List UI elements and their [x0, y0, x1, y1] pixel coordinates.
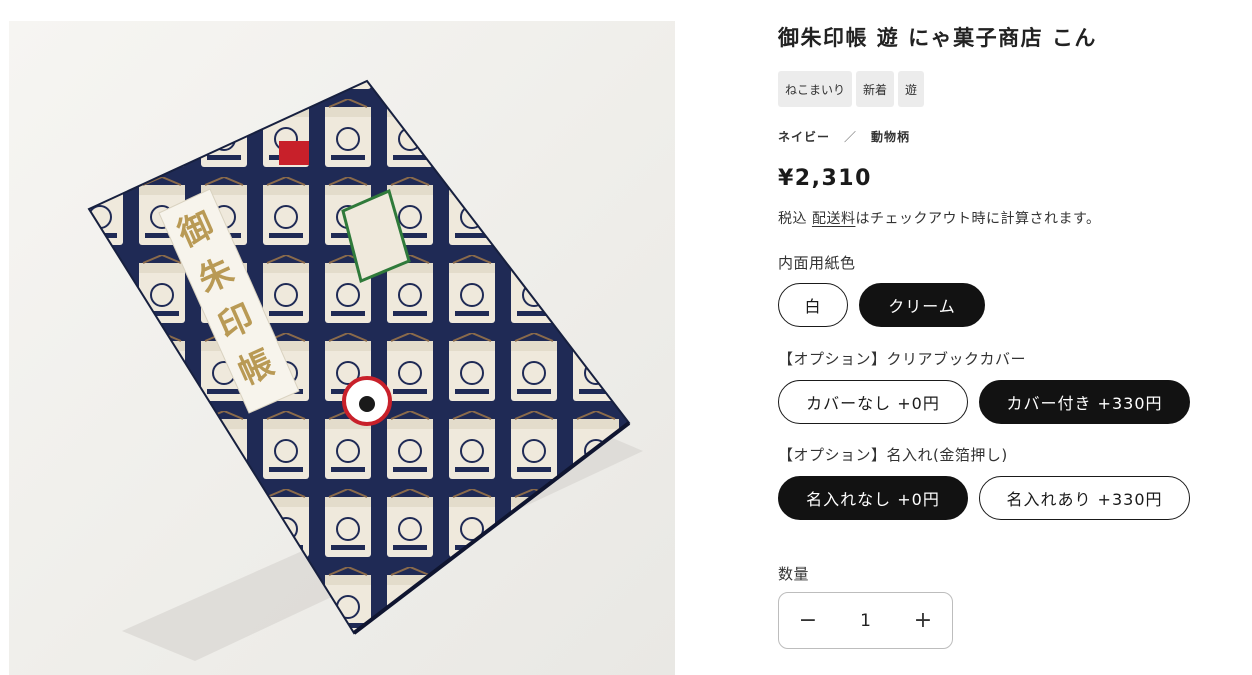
option-paper-white[interactable]: 白	[778, 283, 848, 327]
shipping-link[interactable]: 配送料	[812, 211, 856, 227]
tax-note: 税込 配送料はチェックアウト時に計算されます。	[778, 208, 1101, 228]
option-engraving-none[interactable]: 名入れなし +0円	[778, 476, 968, 520]
option-book-cover-label: 【オプション】クリアブックカバー	[778, 350, 1027, 368]
option-paper-color-label: 内面用紙色	[778, 254, 856, 272]
product-meta: ネイビー ／ 動物柄	[778, 128, 910, 145]
quantity-label: 数量	[778, 565, 810, 583]
option-cover-with[interactable]: カバー付き +330円	[979, 380, 1190, 424]
tag-yu[interactable]: 遊	[898, 71, 925, 107]
product-image[interactable]: 御 朱 印 帳	[9, 21, 675, 675]
product-pattern: 動物柄	[871, 130, 911, 144]
quantity-stepper: − +	[778, 592, 953, 649]
product-color: ネイビー	[778, 130, 831, 144]
quantity-increase-button[interactable]: +	[894, 593, 952, 648]
option-paper-cream[interactable]: クリーム	[859, 283, 985, 327]
option-cover-none[interactable]: カバーなし +0円	[778, 380, 968, 424]
tag-new[interactable]: 新着	[856, 71, 895, 107]
tag-nekomairi[interactable]: ねこまいり	[778, 71, 853, 107]
tax-prefix: 税込	[778, 211, 812, 227]
product-title: 御朱印帳 遊 にゃ菓子商店 こん	[778, 26, 1097, 50]
meta-separator: ／	[844, 130, 858, 144]
option-book-cover-group: カバーなし +0円 カバー付き +330円	[778, 380, 1190, 424]
product-tags: ねこまいり 新着 遊	[778, 71, 925, 107]
option-engraving-with[interactable]: 名入れあり +330円	[979, 476, 1190, 520]
option-engraving-group: 名入れなし +0円 名入れあり +330円	[778, 476, 1190, 520]
product-price: ¥2,310	[778, 166, 872, 191]
option-paper-color-group: 白 クリーム	[778, 283, 985, 327]
option-engraving-label: 【オプション】名入れ(金箔押し)	[778, 446, 1008, 464]
tax-suffix: はチェックアウト時に計算されます。	[855, 211, 1101, 227]
goshuincho-photo: 御 朱 印 帳	[87, 79, 643, 661]
quantity-decrease-button[interactable]: −	[779, 593, 837, 648]
quantity-input[interactable]	[837, 593, 894, 648]
